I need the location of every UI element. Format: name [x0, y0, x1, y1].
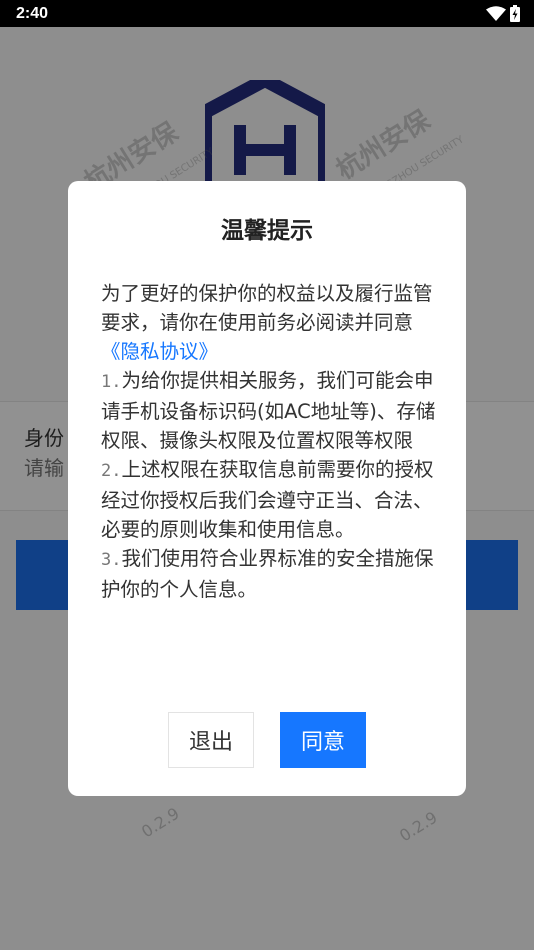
item-number: 1. [101, 372, 122, 392]
dialog-item: 3.我们使用符合业界标准的安全措施保护你的个人信息。 [101, 544, 437, 604]
item-text: 为给你提供相关服务，我们可能会申请手机设备标识码(如AC地址等)、存储权限、摄像… [101, 369, 436, 452]
dialog-intro: 为了更好的保护你的权益以及履行监管要求，请你在使用前务必阅读并同意《隐私协议》 [101, 279, 437, 366]
status-time: 2:40 [16, 4, 49, 22]
item-number: 2. [101, 461, 122, 481]
dialog-item: 1.为给你提供相关服务，我们可能会申请手机设备标识码(如AC地址等)、存储权限、… [101, 366, 437, 455]
status-icons [486, 5, 520, 22]
dialog-body: 为了更好的保护你的权益以及履行监管要求，请你在使用前务必阅读并同意《隐私协议》 … [101, 279, 437, 604]
privacy-dialog: 温馨提示 为了更好的保护你的权益以及履行监管要求，请你在使用前务必阅读并同意《隐… [68, 181, 466, 796]
item-number: 3. [101, 550, 122, 570]
wifi-icon [486, 5, 506, 21]
battery-charging-icon [510, 5, 520, 22]
intro-text: 为了更好的保护你的权益以及履行监管要求，请你在使用前务必阅读并同意 [101, 282, 433, 334]
item-text: 上述权限在获取信息前需要你的授权经过你授权后我们会遵守正当、合法、必要的原则收集… [101, 458, 434, 541]
exit-button[interactable]: 退出 [168, 712, 254, 768]
dialog-item: 2.上述权限在获取信息前需要你的授权经过你授权后我们会遵守正当、合法、必要的原则… [101, 455, 437, 544]
item-text: 我们使用符合业界标准的安全措施保护你的个人信息。 [101, 547, 434, 601]
privacy-policy-link[interactable]: 《隐私协议》 [101, 340, 218, 363]
dialog-title: 温馨提示 [221, 218, 313, 244]
agree-button[interactable]: 同意 [280, 712, 366, 768]
status-bar: 2:40 [0, 0, 534, 27]
